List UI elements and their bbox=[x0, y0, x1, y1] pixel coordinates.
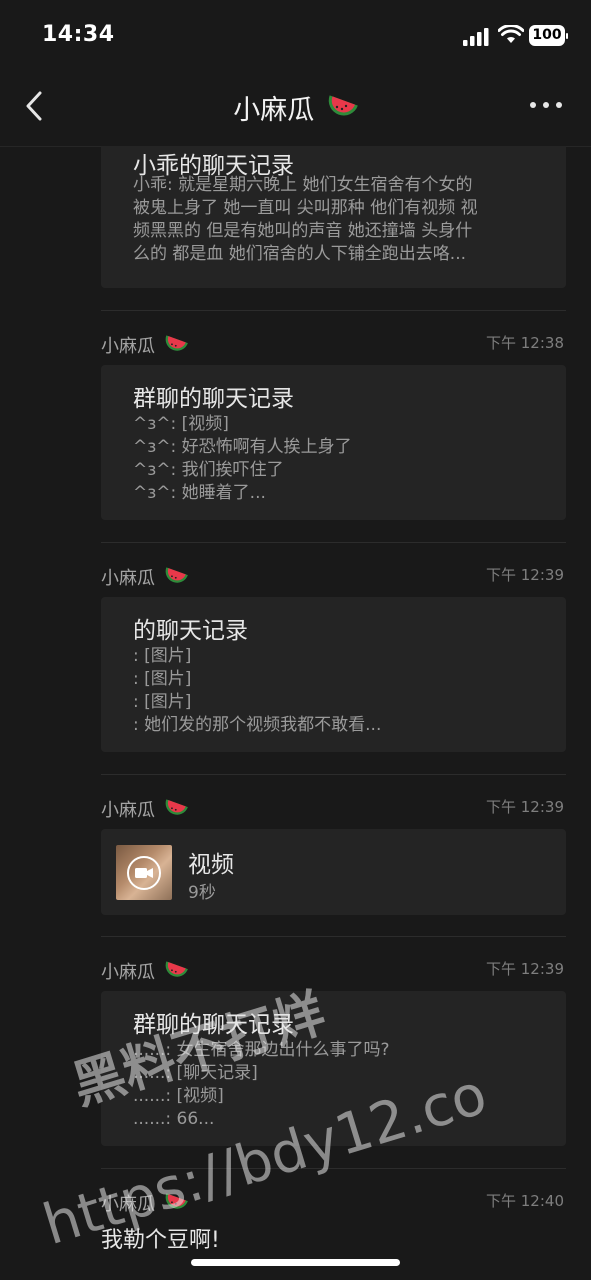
card-line: : 她们发的那个视频我都不敢看... bbox=[133, 715, 382, 735]
card-line: 被鬼上身了 她一直叫 尖叫那种 他们有视频 视 bbox=[133, 198, 478, 218]
card-line: ^ɜ^: 我们挨吓住了 bbox=[133, 460, 284, 480]
sender-name: 小麻瓜 bbox=[101, 564, 188, 590]
video-duration: 9秒 bbox=[188, 883, 216, 903]
watermelon-icon bbox=[328, 94, 358, 115]
message-time: 下午 12:39 bbox=[486, 960, 564, 978]
message-time: 下午 12:40 bbox=[486, 1192, 564, 1210]
card-line: 小乖: 就是星期六晚上 她们女生宿舍有个女的 bbox=[133, 175, 473, 195]
message-divider bbox=[101, 936, 566, 937]
message-divider bbox=[101, 310, 566, 311]
card-line: ^ɜ^: [视频] bbox=[133, 414, 229, 434]
message-time: 下午 12:39 bbox=[486, 798, 564, 816]
card-line: : [图片] bbox=[133, 692, 192, 712]
more-options-icon[interactable] bbox=[528, 98, 564, 112]
video-title: 视频 bbox=[188, 852, 234, 878]
card-title: 群聊的聊天记录 bbox=[133, 386, 294, 412]
chat-history-card[interactable]: 小乖的聊天记录 小乖: 就是星期六晚上 她们女生宿舍有个女的 被鬼上身了 她一直… bbox=[101, 146, 566, 288]
chat-title: 小麻瓜 bbox=[0, 88, 591, 127]
sender-name: 小麻瓜 bbox=[101, 332, 188, 358]
chat-title-text: 小麻瓜 bbox=[233, 95, 315, 126]
card-line: ......: 66... bbox=[133, 1109, 215, 1129]
message-time: 下午 12:38 bbox=[486, 334, 564, 352]
sender-name: 小麻瓜 bbox=[101, 958, 188, 984]
message-time: 下午 12:39 bbox=[486, 566, 564, 584]
card-line: : [图片] bbox=[133, 646, 192, 666]
sender-name: 小麻瓜 bbox=[101, 796, 188, 822]
card-line: ^ɜ^: 好恐怖啊有人挨上身了 bbox=[133, 437, 352, 457]
home-indicator[interactable] bbox=[191, 1259, 400, 1266]
chat-history-card[interactable]: 群聊的聊天记录 ^ɜ^: [视频] ^ɜ^: 好恐怖啊有人挨上身了 ^ɜ^: 我… bbox=[101, 365, 566, 520]
status-bar: 14:34 100 bbox=[0, 0, 591, 70]
card-line: : [图片] bbox=[133, 669, 192, 689]
signal-icon bbox=[463, 28, 489, 46]
video-message-card[interactable]: 视频 9秒 bbox=[101, 829, 566, 915]
message-divider bbox=[101, 542, 566, 543]
status-time: 14:34 bbox=[42, 22, 115, 47]
watermelon-icon bbox=[165, 567, 188, 583]
chat-header: 小麻瓜 bbox=[0, 70, 591, 147]
chat-history-card[interactable]: 的聊天记录 : [图片] : [图片] : [图片] : 她们发的那个视频我都不… bbox=[101, 597, 566, 752]
watermelon-icon bbox=[165, 961, 188, 977]
wifi-icon bbox=[498, 25, 524, 43]
watermelon-icon bbox=[165, 335, 188, 351]
video-camera-icon bbox=[127, 856, 161, 890]
card-line: 么的 都是血 她们宿舍的人下铺全跑出去咯... bbox=[133, 244, 467, 264]
video-thumbnail[interactable] bbox=[116, 845, 172, 900]
card-line: ^ɜ^: 她睡着了... bbox=[133, 483, 266, 503]
battery-indicator: 100 bbox=[529, 25, 568, 46]
card-title: 的聊天记录 bbox=[133, 618, 248, 644]
card-line: 频黑黑的 但是有她叫的声音 她还撞墙 头身什 bbox=[133, 221, 473, 241]
message-divider bbox=[101, 774, 566, 775]
watermelon-icon bbox=[165, 799, 188, 815]
